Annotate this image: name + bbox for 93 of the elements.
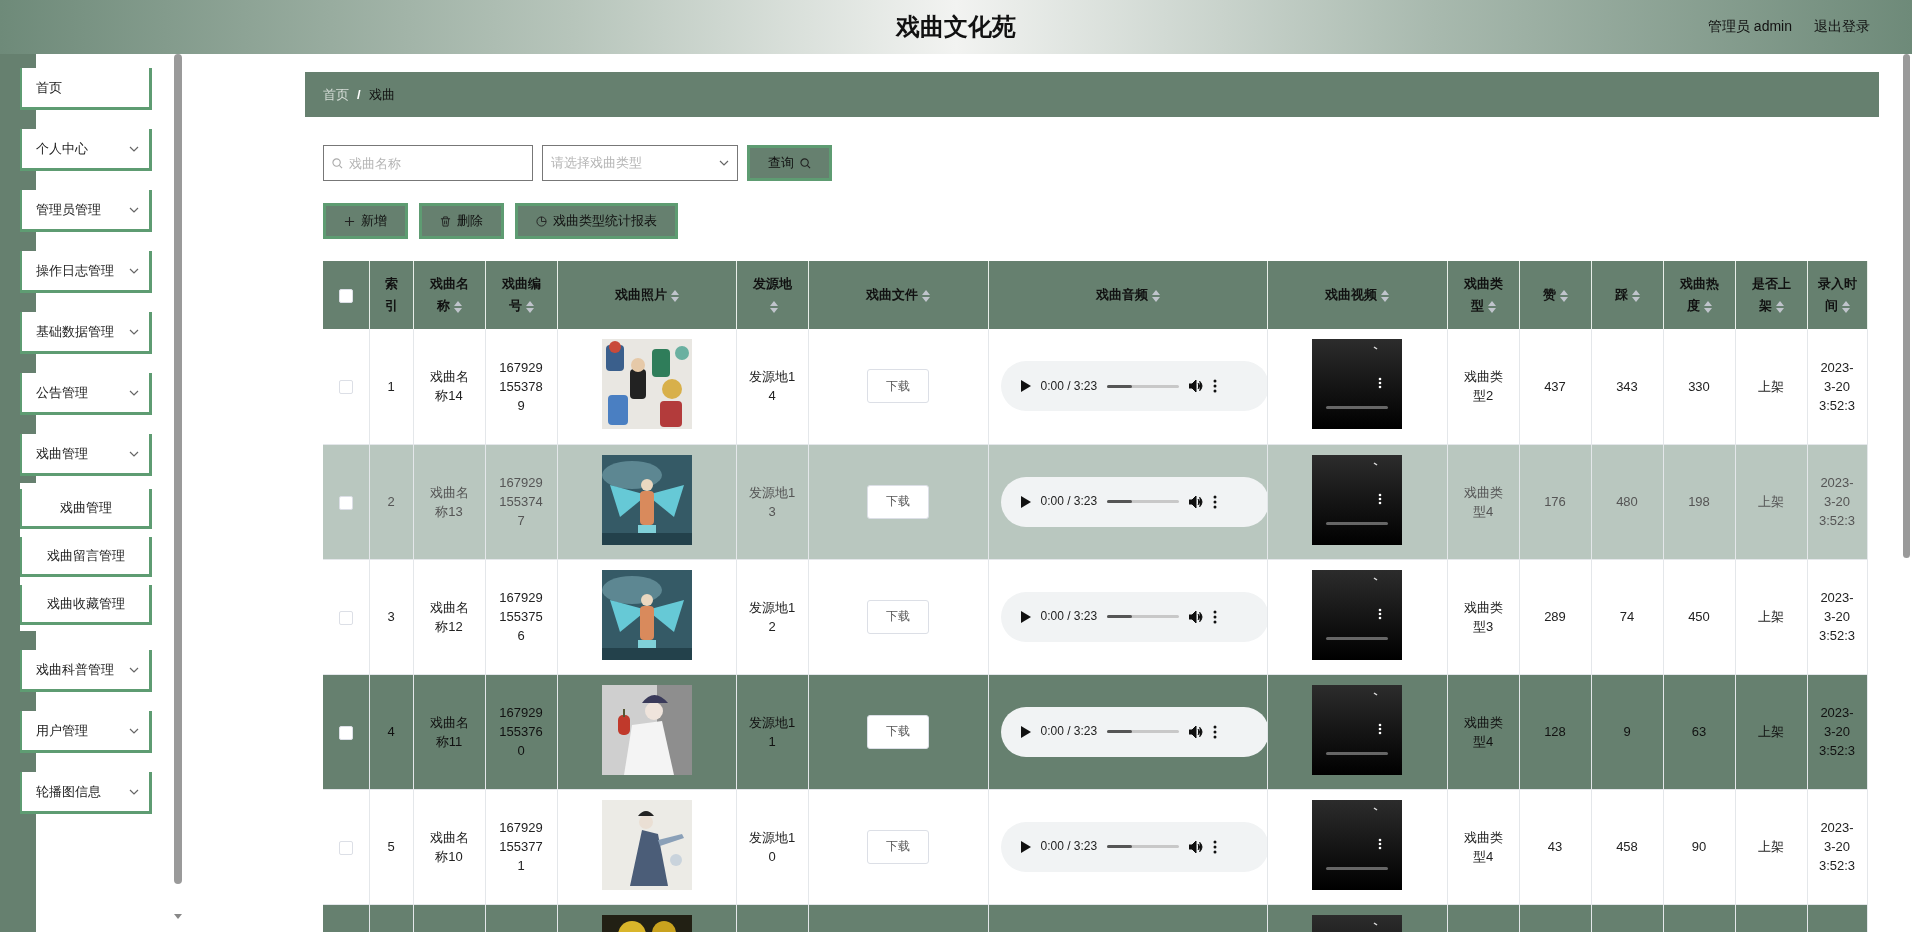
table-cell: 戏曲名称13 <box>429 484 469 519</box>
table-cell: 戏曲类型4 <box>1463 829 1503 864</box>
audio-player[interactable]: 0:00 / 3:23 <box>1000 476 1269 527</box>
sidebar-item[interactable]: 首页 <box>20 68 152 110</box>
table-cell: 戏曲名称12 <box>429 599 469 634</box>
audio-player[interactable]: 0:00 / 3:23 <box>1000 706 1269 757</box>
table-row[interactable]: 4 戏曲名称11 1679291553760 发源地11 下载 0:00 / 3:23 戏曲类型4 128 9 63 上架 2023- 3-20 3:52:3 <box>323 674 1867 789</box>
audio-time: 0:00 / 3:23 <box>1040 493 1098 510</box>
table-cell: 发源地14 <box>748 369 796 404</box>
download-button[interactable]: 下载 <box>867 484 929 519</box>
sidebar-item[interactable]: 戏曲科普管理 <box>20 650 152 692</box>
table-cell: 289 <box>1544 609 1566 624</box>
audio-player[interactable]: 0:00 / 3:23 <box>1000 821 1269 872</box>
table-cell: 2023- 3-20 3:52:3 <box>1818 590 1856 643</box>
download-button[interactable]: 下载 <box>867 829 929 864</box>
table-cell: 上架 <box>1758 609 1784 624</box>
table-row[interactable]: 1 戏曲名称14 1679291553789 发源地14 下载 0:00 / 3:23 戏曲类型2 437 343 330 上架 2023- 3-20 3:52:3 <box>323 329 1867 444</box>
table-cell: 1679291553756 <box>499 590 543 643</box>
index-cell: 3 <box>387 609 395 624</box>
table-cell: 戏曲名称14 <box>429 369 469 404</box>
table-cell: 2023- 3-20 3:52:3 <box>1818 705 1856 758</box>
index-cell: 4 <box>387 724 395 739</box>
table-cell: 437 <box>1544 378 1566 394</box>
download-button[interactable]: 下载 <box>867 599 929 634</box>
submenu-item[interactable]: 戏曲留言管理 <box>20 537 152 577</box>
table-cell: 1679291553760 <box>499 705 543 758</box>
sidebar-item[interactable]: 用户管理 <box>20 711 152 753</box>
app-title: 戏曲文化苑 <box>896 12 1016 42</box>
breadcrumb-separator: / <box>357 87 361 102</box>
audio-time: 0:00 / 3:23 <box>1040 608 1098 625</box>
table-cell: 74 <box>1619 609 1635 624</box>
table-cell: 450 <box>1688 609 1710 624</box>
table-cell: 2023- 3-20 3:52:3 <box>1818 820 1856 873</box>
download-button[interactable]: 下载 <box>867 369 929 404</box>
table-cell: 戏曲类型4 <box>1463 484 1503 519</box>
table-row[interactable]: 2 戏曲名称13 1679291553747 发源地13 下载 0:00 / 3:23 戏曲类型4 176 480 198 上架 2023- 3-20 3:52:3 <box>323 444 1867 559</box>
sidebar-item[interactable]: 公告管理 <box>20 373 152 415</box>
sidebar-item[interactable]: 操作日志管理 <box>20 251 152 293</box>
table-cell: 43 <box>1547 839 1563 854</box>
table-cell: 1679291553747 <box>499 475 543 528</box>
audio-time: 0:00 / 3:23 <box>1040 838 1098 855</box>
table-cell: 上架 <box>1758 378 1784 394</box>
sidebar-item[interactable]: 轮播图信息 <box>20 772 152 814</box>
table-cell: 2023- 3-20 3:52:3 <box>1818 359 1856 413</box>
table-cell: 上架 <box>1758 494 1784 509</box>
table-cell: 发源地13 <box>748 484 796 519</box>
table-cell: 458 <box>1616 839 1638 854</box>
audio-time: 0:00 / 3:23 <box>1040 723 1098 740</box>
table-cell: 198 <box>1688 494 1710 509</box>
search-button[interactable]: 查询 <box>747 145 832 181</box>
index-cell: 1 <box>387 378 395 394</box>
delete-button[interactable]: 删除 <box>419 203 504 239</box>
table-row[interactable]: 3 戏曲名称12 1679291553756 发源地12 下载 0:00 / 3:23 戏曲类型3 289 74 450 上架 2023- 3-20 3:52:3 <box>323 559 1867 674</box>
table-cell: 1679291553789 <box>499 359 543 413</box>
sidebar-item[interactable]: 戏曲管理 <box>20 434 152 476</box>
table-cell: 上架 <box>1758 839 1784 854</box>
audio-player[interactable]: 0:00 / 3:23 <box>1000 361 1269 412</box>
table-cell: 戏曲名称11 <box>429 714 469 749</box>
table-cell: 2023- 3-20 3:52:3 <box>1818 475 1856 528</box>
table-cell: 发源地10 <box>748 829 796 864</box>
logout-link[interactable]: 退出登录 <box>1814 18 1870 36</box>
submenu-item[interactable]: 戏曲管理 <box>20 489 152 529</box>
user-label: 管理员 admin <box>1707 18 1792 36</box>
download-button[interactable]: 下载 <box>867 714 929 749</box>
sidebar-item[interactable]: 个人中心 <box>20 129 152 171</box>
table-cell: 63 <box>1691 724 1707 739</box>
sidebar-item[interactable]: 管理员管理 <box>20 190 152 232</box>
add-button[interactable]: 新增 <box>323 203 408 239</box>
table-cell: 发源地11 <box>748 714 796 749</box>
table-cell: 发源地12 <box>748 599 796 634</box>
submenu-item[interactable]: 戏曲收藏管理 <box>20 585 152 625</box>
table-cell: 330 <box>1688 378 1710 394</box>
table-cell: 90 <box>1691 839 1707 854</box>
breadcrumb-item: 戏曲 <box>368 85 395 104</box>
search-field[interactable]: 戏曲名称 <box>323 145 533 181</box>
table-cell: 戏曲类型3 <box>1463 599 1503 634</box>
table-cell: 1679291553771 <box>499 820 543 873</box>
table-cell: 343 <box>1616 378 1638 394</box>
table-row[interactable]: 5 戏曲名称10 1679291553771 发源地10 下载 0:00 / 3:23 戏曲类型4 43 458 90 上架 2023- 3-20 3:52:3 <box>323 789 1867 904</box>
table-cell: 480 <box>1616 494 1638 509</box>
sidebar-item[interactable]: 基础数据管理 <box>20 312 152 354</box>
table-cell: 戏曲类型2 <box>1463 369 1503 404</box>
table-cell: 176 <box>1544 494 1566 509</box>
table-cell: 戏曲名称10 <box>429 829 469 864</box>
audio-time: 0:00 / 3:23 <box>1040 377 1098 395</box>
table-cell: 128 <box>1544 724 1566 739</box>
chart-button[interactable]: 戏曲类型统计报表 <box>515 203 678 239</box>
table-cell: 9 <box>1623 724 1631 739</box>
table-cell: 戏曲类型4 <box>1463 714 1503 749</box>
index-cell: 5 <box>387 839 395 854</box>
audio-player[interactable]: 0:00 / 3:23 <box>1000 591 1269 642</box>
table-cell: 上架 <box>1758 724 1784 739</box>
index-cell: 2 <box>387 494 395 509</box>
